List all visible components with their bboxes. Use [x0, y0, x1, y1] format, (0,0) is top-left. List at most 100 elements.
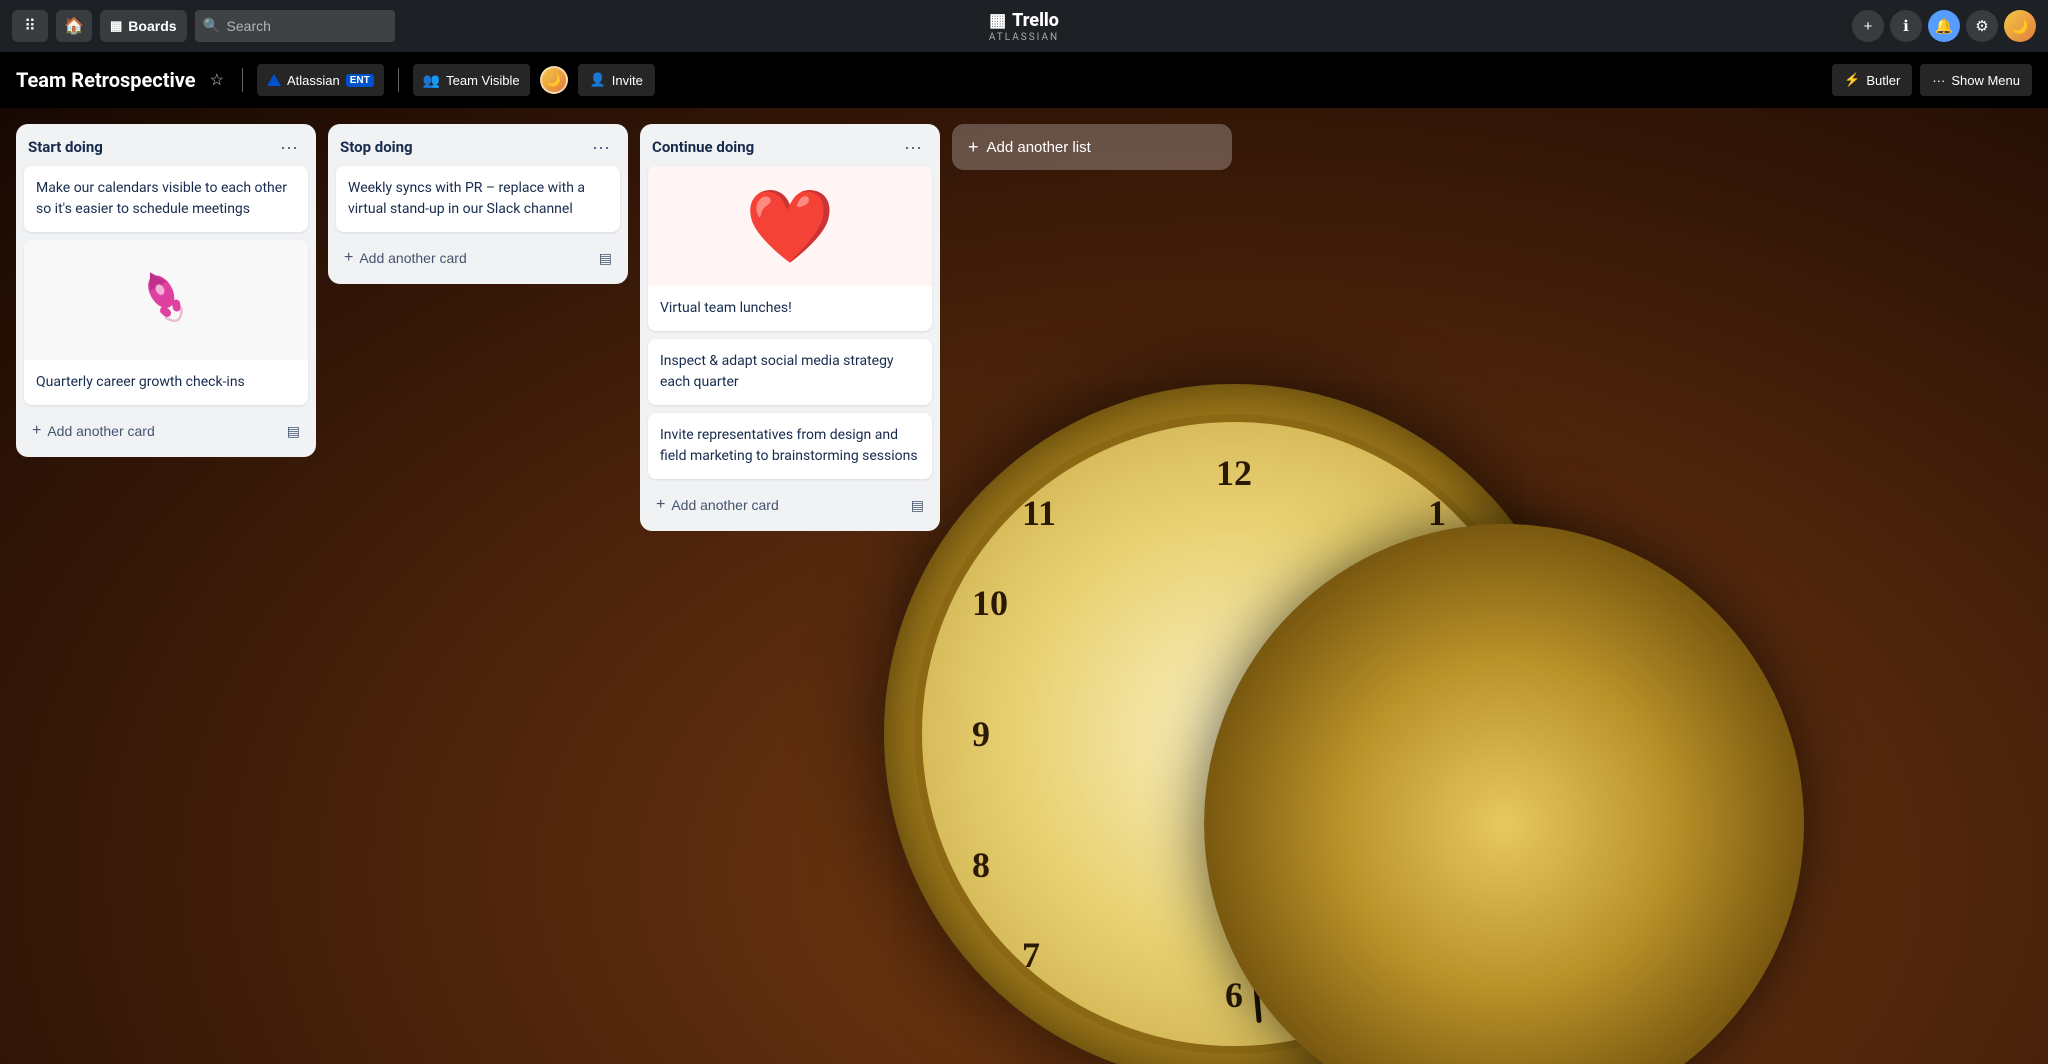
- add-card-button-stop-doing[interactable]: + Add another card ▤: [336, 240, 620, 276]
- board-right-actions: ⚡ Butler ··· Show Menu: [1832, 64, 2032, 96]
- team-button[interactable]: Atlassian ENT: [257, 64, 384, 96]
- clock-num-7: 7: [1022, 934, 1040, 976]
- search-wrapper: 🔍: [195, 10, 395, 42]
- list-start-doing: Start doing ··· Make our calendars visib…: [16, 124, 316, 457]
- card-career[interactable]: Quarterly career growth check-ins: [24, 240, 308, 405]
- list-menu-button-stop-doing[interactable]: ···: [586, 136, 616, 158]
- list-menu-button-start-doing[interactable]: ···: [274, 136, 304, 158]
- home-icon: 🏠: [64, 16, 84, 36]
- waffle-menu-button[interactable]: ⠿: [12, 10, 48, 42]
- star-icon: ☆: [210, 72, 224, 89]
- invite-button[interactable]: 👤 Invite: [578, 64, 655, 96]
- card-invite-reps-text: Invite representatives from design and f…: [660, 425, 920, 467]
- add-card-label-continue-doing: Add another card: [671, 497, 778, 513]
- atlassian-label: ATLASSIAN: [989, 32, 1059, 43]
- header-divider-2: [398, 68, 399, 92]
- list-title-stop-doing: Stop doing: [340, 138, 413, 156]
- home-button[interactable]: 🏠: [56, 10, 92, 42]
- show-menu-button[interactable]: ··· Show Menu: [1920, 64, 2032, 96]
- add-list-button[interactable]: + Add another list: [952, 124, 1232, 170]
- user-avatar-button[interactable]: 🌙: [2004, 10, 2036, 42]
- add-card-label-stop-doing: Add another card: [359, 250, 466, 266]
- settings-button[interactable]: ⚙: [1966, 10, 1998, 42]
- butler-button[interactable]: ⚡ Butler: [1832, 64, 1912, 96]
- ellipsis-icon: ···: [1932, 73, 1945, 88]
- waffle-icon: ⠿: [24, 16, 36, 36]
- add-button[interactable]: +: [1852, 10, 1884, 42]
- card-social-media-text: Inspect & adapt social media strategy ea…: [660, 351, 920, 393]
- info-button[interactable]: ℹ: [1890, 10, 1922, 42]
- info-icon: ℹ: [1903, 17, 1909, 35]
- list-title-continue-doing: Continue doing: [652, 138, 754, 156]
- list-stop-doing: Stop doing ··· Weekly syncs with PR – re…: [328, 124, 628, 284]
- boards-icon: ▦: [110, 18, 122, 34]
- boards-button[interactable]: ▦ Boards: [100, 10, 187, 42]
- gear-icon: ⚙: [1975, 17, 1988, 35]
- board-content: 12 3 6 9 1 11 2 4 5 7 8 10 Start doing ·…: [0, 108, 2048, 1064]
- member-avatar[interactable]: 🌙: [540, 66, 568, 94]
- card-invite-reps[interactable]: Invite representatives from design and f…: [648, 413, 932, 479]
- clock-num-10: 10: [972, 582, 1008, 624]
- clock-num-9: 9: [972, 713, 990, 755]
- card-weekly-syncs-text: Weekly syncs with PR – replace with a vi…: [348, 178, 608, 220]
- list-menu-button-continue-doing[interactable]: ···: [898, 136, 928, 158]
- boards-label: Boards: [128, 18, 176, 34]
- list-header-continue-doing: Continue doing ···: [648, 136, 932, 158]
- plus-icon-stop-doing: +: [344, 249, 353, 267]
- search-input[interactable]: [195, 10, 395, 42]
- rocket-icon: [126, 260, 206, 340]
- card-social-media[interactable]: Inspect & adapt social media strategy ea…: [648, 339, 932, 405]
- card-lunches-image: ❤️: [648, 166, 932, 286]
- add-card-button-continue-doing[interactable]: + Add another card ▤: [648, 487, 932, 523]
- heart-icon: ❤️: [735, 174, 845, 279]
- list-header-stop-doing: Stop doing ···: [336, 136, 620, 158]
- nav-right-actions: + ℹ 🔔 ⚙ 🌙: [1852, 10, 2036, 42]
- avatar-image: 🌙: [2011, 18, 2028, 35]
- plus-icon-continue-doing: +: [656, 496, 665, 514]
- visibility-icon: 👥: [423, 72, 440, 89]
- butler-icon: ⚡: [1844, 72, 1860, 88]
- visibility-button[interactable]: 👥 Team Visible: [413, 64, 530, 96]
- star-button[interactable]: ☆: [206, 66, 228, 94]
- plus-icon-start-doing: +: [32, 422, 41, 440]
- lists-container: Start doing ··· Make our calendars visib…: [16, 124, 2032, 531]
- ent-badge: ENT: [346, 74, 374, 87]
- card-career-image: [24, 240, 308, 360]
- visibility-label: Team Visible: [446, 73, 519, 88]
- butler-label: Butler: [1866, 73, 1900, 88]
- list-title-start-doing: Start doing: [28, 138, 103, 156]
- clock-num-8: 8: [972, 844, 990, 886]
- add-card-label-start-doing: Add another card: [47, 423, 154, 439]
- bell-icon: 🔔: [1935, 17, 1954, 35]
- board-title: Team Retrospective: [16, 68, 196, 92]
- clock-num-6: 6: [1225, 974, 1243, 1016]
- notifications-button[interactable]: 🔔: [1928, 10, 1960, 42]
- template-icon-continue-doing: ▤: [911, 497, 924, 514]
- card-lunches[interactable]: ❤️ Virtual team lunches!: [648, 166, 932, 331]
- add-card-button-start-doing[interactable]: + Add another card ▤: [24, 413, 308, 449]
- atlassian-triangle-icon: [267, 74, 281, 86]
- card-lunches-text: Virtual team lunches!: [660, 298, 920, 319]
- trello-logo-area: ▦ Trello ATLASSIAN: [989, 10, 1059, 43]
- header-divider: [242, 68, 243, 92]
- plus-icon: +: [1864, 18, 1873, 35]
- invite-icon: 👤: [590, 72, 606, 88]
- trello-logo: ▦ Trello: [989, 10, 1059, 31]
- template-icon-stop-doing: ▤: [599, 250, 612, 267]
- list-header-start-doing: Start doing ···: [24, 136, 308, 158]
- card-career-text: Quarterly career growth check-ins: [36, 372, 296, 393]
- list-continue-doing: Continue doing ··· ❤️ Virtual team lunch…: [640, 124, 940, 531]
- card-calendars-text: Make our calendars visible to each other…: [36, 178, 296, 220]
- add-list-label: Add another list: [987, 139, 1091, 156]
- invite-label: Invite: [612, 73, 643, 88]
- card-weekly-syncs[interactable]: Weekly syncs with PR – replace with a vi…: [336, 166, 620, 232]
- plus-icon-add-list: +: [968, 137, 979, 158]
- menu-label: Show Menu: [1951, 73, 2020, 88]
- template-icon-start-doing: ▤: [287, 423, 300, 440]
- trello-icon: ▦: [989, 10, 1006, 31]
- top-navigation: ⠿ 🏠 ▦ Boards 🔍 ▦ Trello ATLASSIAN + ℹ 🔔 …: [0, 0, 2048, 52]
- team-name: Atlassian: [287, 73, 340, 88]
- trello-wordmark: Trello: [1012, 10, 1059, 31]
- card-calendars[interactable]: Make our calendars visible to each other…: [24, 166, 308, 232]
- board-header: Team Retrospective ☆ Atlassian ENT 👥 Tea…: [0, 52, 2048, 108]
